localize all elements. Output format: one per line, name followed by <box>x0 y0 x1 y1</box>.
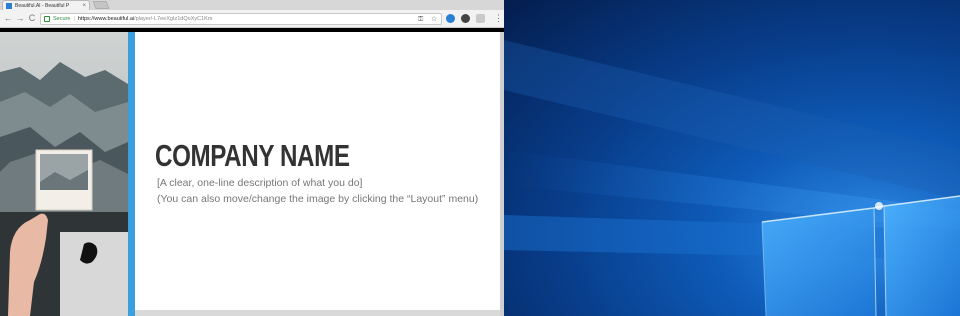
bookmark-star-icon[interactable]: ☆ <box>431 16 437 24</box>
slide-image[interactable] <box>0 32 128 316</box>
desktop-wallpaper <box>504 0 960 316</box>
extension-icon[interactable] <box>446 14 455 23</box>
page-viewport: COMPANY NAME [A clear, one-line descript… <box>0 28 504 316</box>
url-path: /player/-L7eeXgIz1dQoXyC1Km <box>134 16 213 22</box>
address-bar[interactable]: Secure | https://www.beautiful.ai/player/-… <box>40 13 442 25</box>
lock-icon <box>44 16 50 22</box>
extension-icon[interactable] <box>476 14 485 23</box>
browser-toolbar: ← → C Secure | https://www.beautiful.ai/pl… <box>0 10 504 28</box>
company-title[interactable]: COMPANY NAME <box>155 138 350 174</box>
layout-hint-line[interactable]: (You can also move/change the image by c… <box>157 193 478 205</box>
url-host: https://www.beautiful.ai <box>77 16 135 22</box>
back-icon[interactable]: ← <box>3 13 13 24</box>
accent-bar <box>128 32 135 316</box>
new-tab-button[interactable] <box>92 1 110 9</box>
browser-window: Beautiful.AI - Beautiful P × ← → C Secur… <box>0 0 504 316</box>
menu-icon[interactable]: ⋮ <box>494 13 503 24</box>
slide-content[interactable]: COMPANY NAME [A clear, one-line descript… <box>135 32 500 310</box>
tab-strip: Beautiful.AI - Beautiful P × <box>0 0 504 10</box>
forward-icon[interactable]: → <box>15 13 25 24</box>
slide-bottom-edge <box>135 310 500 316</box>
tab-close-icon[interactable]: × <box>82 3 86 9</box>
tab-title: Beautiful.AI - Beautiful P <box>15 2 70 9</box>
secure-label: Secure <box>53 16 71 22</box>
favicon-icon <box>6 2 12 9</box>
reload-icon[interactable]: C <box>27 13 37 24</box>
url-separator: | <box>73 16 75 22</box>
key-icon[interactable]: ⚿ <box>418 16 423 24</box>
description-line[interactable]: [A clear, one-line description of what y… <box>157 177 362 189</box>
browser-tab[interactable]: Beautiful.AI - Beautiful P × <box>2 0 90 10</box>
extension-icon[interactable] <box>461 14 470 23</box>
